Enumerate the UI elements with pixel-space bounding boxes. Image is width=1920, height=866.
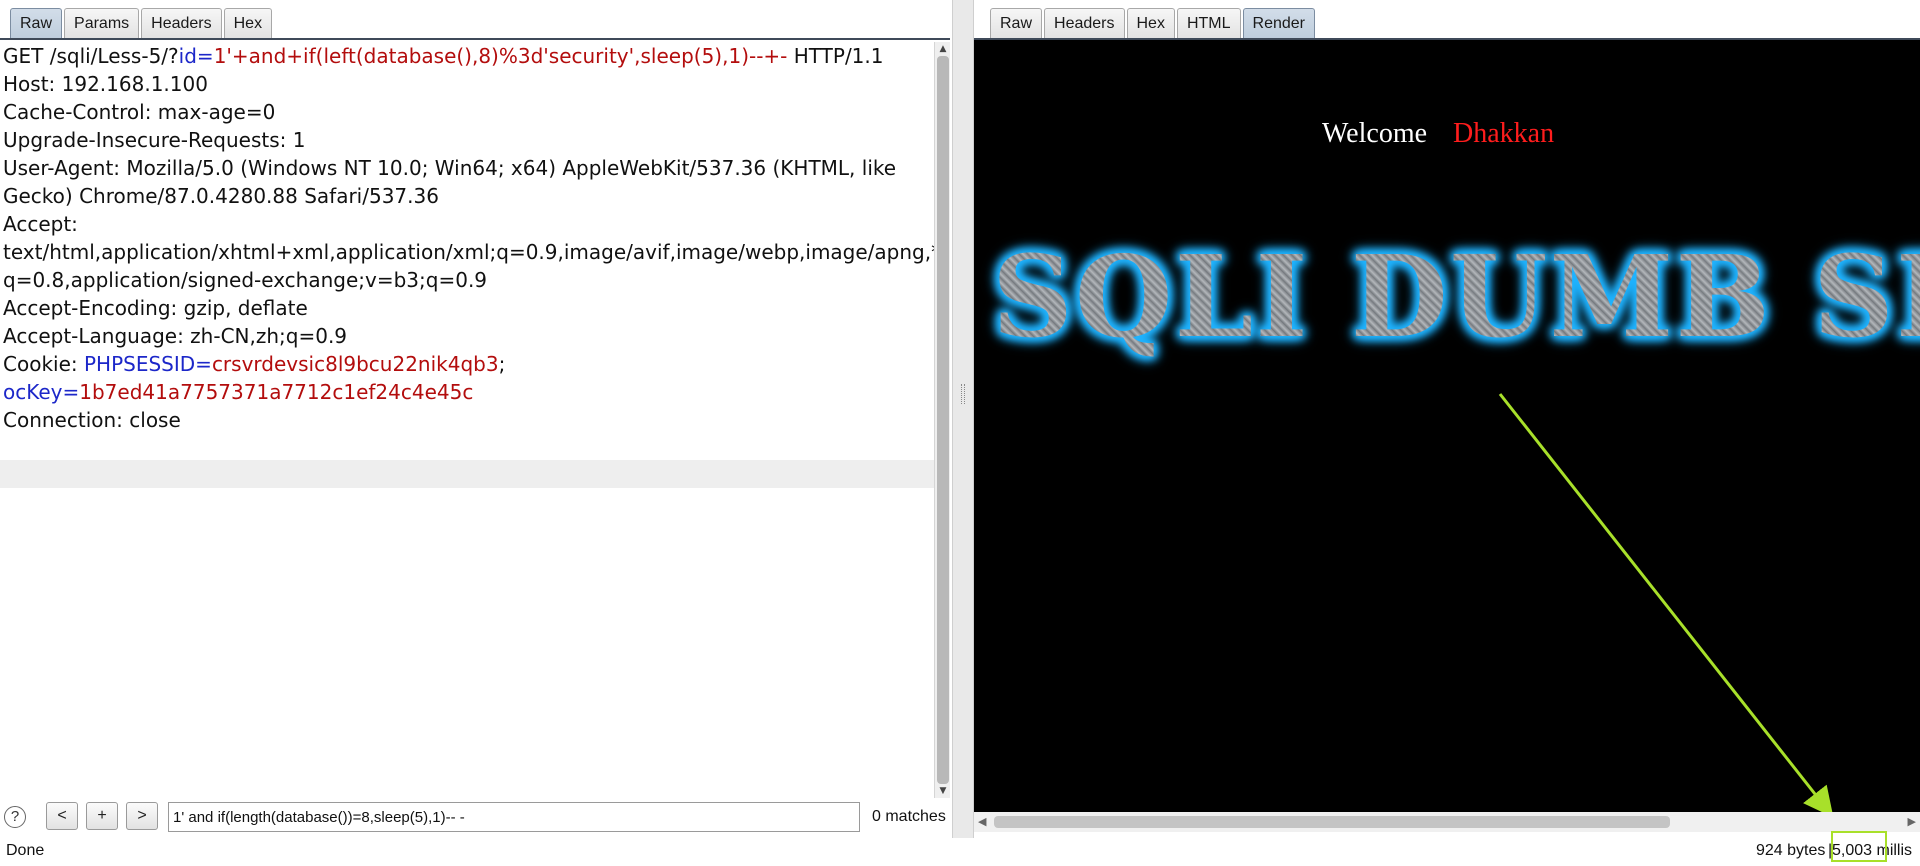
cookie-equals-1: = xyxy=(195,352,212,376)
tab-request-params[interactable]: Params xyxy=(64,8,140,38)
header-cache-control: Cache-Control: max-age=0 xyxy=(3,100,276,124)
cursor-line-highlight xyxy=(0,460,934,488)
cookie-equals-2: = xyxy=(62,380,80,404)
cookie-separator: ; xyxy=(498,352,506,376)
cookie-name-phpsessid: PHPSESSID xyxy=(83,352,196,376)
scroll-right-arrow-icon[interactable]: ▶ xyxy=(1908,815,1916,828)
tab-request-hex[interactable]: Hex xyxy=(223,8,273,38)
header-user-agent-line1: User-Agent: Mozilla/5.0 (Windows NT 10.0… xyxy=(3,156,897,180)
request-pane: Raw Params Headers Hex GET /sqli/Less-5/… xyxy=(0,0,952,866)
param-value-payload: 1'+and+if(left(database(),8)%3d'security… xyxy=(213,44,788,68)
header-user-agent-line2: Gecko) Chrome/87.0.4280.88 Safari/537.36 xyxy=(3,184,439,208)
header-host: Host: 192.168.1.100 xyxy=(3,72,208,96)
response-pane: Raw Headers Hex HTML Render Welcome Dhakk… xyxy=(974,0,1920,866)
add-search-button[interactable]: + xyxy=(86,802,118,830)
tab-request-headers[interactable]: Headers xyxy=(141,8,222,38)
status-left-text: Done xyxy=(6,842,45,859)
cookie-value-phpsessid: crsvrdevsic8l9bcu22nik4qb3 xyxy=(211,352,499,376)
tab-response-hex[interactable]: Hex xyxy=(1126,8,1175,38)
header-cookie-line2: ocKey=1b7ed41a7757371a7712c1ef24c4e45c xyxy=(0,378,934,406)
scroll-thumb[interactable] xyxy=(937,56,949,784)
param-name-id: id xyxy=(178,44,197,68)
help-icon[interactable]: ? xyxy=(4,806,26,828)
next-match-button[interactable]: > xyxy=(126,802,158,830)
match-count: 0 matches xyxy=(872,808,946,825)
rendered-page: WelcomeDhakkan SQLI DUMB SERIES-5 xyxy=(974,40,1920,812)
header-accept-label: Accept: xyxy=(3,212,78,236)
pane-splitter[interactable] xyxy=(952,0,974,838)
search-input[interactable] xyxy=(168,802,860,832)
header-accept-language: Accept-Language: zh-CN,zh;q=0.9 xyxy=(3,324,348,348)
header-connection: Connection: close xyxy=(3,408,181,432)
scroll-left-arrow-icon[interactable]: ◀ xyxy=(978,815,986,828)
tab-response-raw[interactable]: Raw xyxy=(990,8,1043,38)
request-tab-underline xyxy=(0,38,950,40)
previous-match-button[interactable]: < xyxy=(46,802,78,830)
response-horizontal-scrollbar[interactable]: ◀ ▶ xyxy=(974,812,1920,832)
cookie-value-ockey: 1b7ed41a7757371a7712c1ef24c4e45c xyxy=(79,380,474,404)
header-cookie-line1: Cookie: PHPSESSID=crsvrdevsic8l9bcu22nik… xyxy=(0,350,934,378)
search-bar: ? < + > 0 matches xyxy=(0,800,950,836)
header-upgrade-insecure: Upgrade-Insecure-Requests: 1 xyxy=(3,128,306,152)
param-equals: = xyxy=(196,44,214,68)
burp-repeater-window: Raw Params Headers Hex GET /sqli/Less-5/… xyxy=(0,0,1920,866)
response-time-highlight-box xyxy=(1831,831,1887,862)
header-accept-line2: text/html,application/xhtml+xml,applicat… xyxy=(3,240,934,264)
request-tabbar: Raw Params Headers Hex xyxy=(10,8,274,38)
splitter-grip-icon[interactable] xyxy=(961,384,965,404)
tab-request-raw[interactable]: Raw xyxy=(10,8,63,38)
request-line: GET /sqli/Less-5/?id=1'+and+if(left(data… xyxy=(0,42,934,70)
request-protocol: HTTP/1.1 xyxy=(787,44,884,68)
request-vertical-scrollbar[interactable]: ▲ ▼ xyxy=(934,42,950,798)
cookie-prefix: Cookie: xyxy=(3,352,84,376)
cookie-name-ockey: ocKey xyxy=(3,380,63,404)
header-accept-encoding: Accept-Encoding: gzip, deflate xyxy=(3,296,308,320)
request-method-path: GET /sqli/Less-5/? xyxy=(3,44,179,68)
tab-response-html[interactable]: HTML xyxy=(1176,8,1241,38)
scroll-up-arrow-icon[interactable]: ▲ xyxy=(935,42,951,56)
response-size: 924 bytes xyxy=(1756,842,1826,859)
tab-response-render[interactable]: Render xyxy=(1242,8,1315,38)
request-editor[interactable]: GET /sqli/Less-5/?id=1'+and+if(left(data… xyxy=(0,42,934,798)
horizontal-scroll-thumb[interactable] xyxy=(994,816,1670,828)
scroll-down-arrow-icon[interactable]: ▼ xyxy=(935,784,951,798)
header-accept-line3: q=0.8,application/signed-exchange;v=b3;q… xyxy=(3,268,488,292)
annotation-arrow-icon xyxy=(1498,393,1834,812)
tab-response-headers[interactable]: Headers xyxy=(1044,8,1125,38)
response-tabbar: Raw Headers Hex HTML Render xyxy=(990,8,1317,38)
